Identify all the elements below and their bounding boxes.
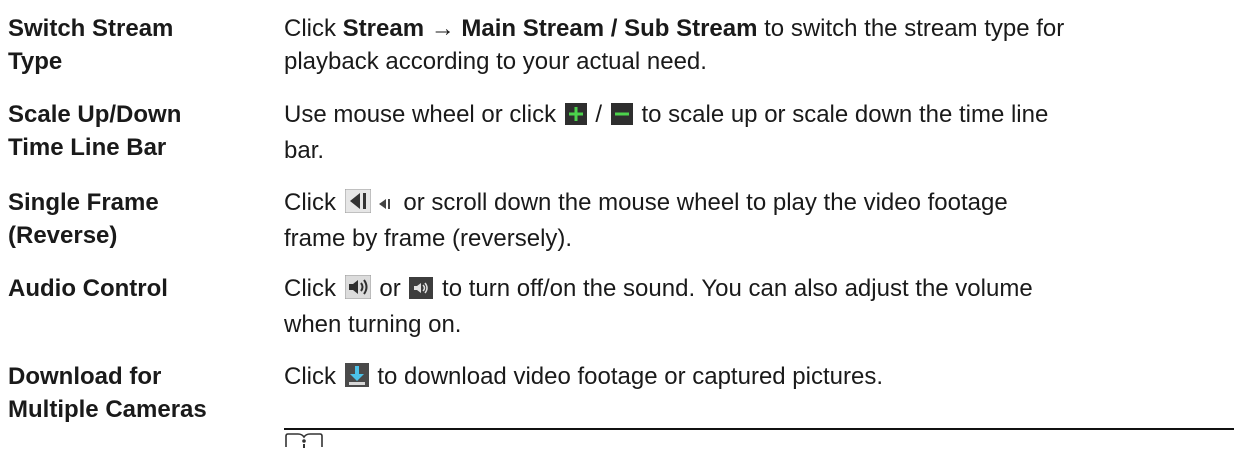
term-line: Multiple Cameras: [8, 396, 207, 423]
term-line: Switch Stream: [8, 15, 174, 42]
desc-line: Use mouse wheel or click / to scale up o…: [284, 98, 1229, 134]
speaker-mute-icon: [409, 275, 434, 308]
desc-text: to download video footage or captured pi…: [370, 363, 884, 390]
desc-line: Click to download video footage or captu…: [284, 360, 1229, 396]
reverse-frame-icon: [344, 188, 372, 222]
description: Use mouse wheel or click / to scale up o…: [284, 98, 1229, 167]
term-line: Type: [8, 48, 63, 75]
desc-text: or: [372, 275, 408, 302]
desc-text: or scroll down the mouse wheel to play t…: [396, 189, 1008, 216]
desc-text: Click: [284, 275, 343, 302]
reverse-frame-small-icon: [375, 189, 395, 222]
desc-line: bar.: [284, 137, 325, 164]
term-label: Audio Control: [8, 272, 270, 305]
desc-text: Click: [284, 189, 343, 216]
term-line: Time Line Bar: [8, 134, 167, 161]
note-icon: [284, 433, 324, 453]
minus-icon: [610, 101, 633, 134]
term-line: Audio Control: [8, 275, 168, 302]
desc-text: to scale up or scale down the time line: [634, 101, 1049, 128]
note-divider: [284, 428, 1234, 430]
description: Click to download video footage or captu…: [284, 360, 1229, 396]
term-label: Single Frame (Reverse): [8, 186, 270, 252]
plus-icon: [564, 101, 587, 134]
desc-text: /: [588, 101, 609, 128]
description: Click or to turn off/on the sound. You c…: [284, 272, 1229, 341]
term-line: Single Frame: [8, 189, 159, 216]
desc-line: playback according to your actual need.: [284, 48, 707, 75]
desc-line: frame by frame (reversely).: [284, 225, 573, 252]
description: Click or scroll down the mouse wheel to …: [284, 186, 1229, 255]
term-label: Switch Stream Type: [8, 12, 270, 78]
desc-line: Click Stream → Main Stream / Sub Stream …: [284, 12, 1229, 45]
speaker-on-icon: [344, 274, 372, 308]
desc-text: to switch the stream type for: [757, 15, 1065, 42]
description: Click Stream → Main Stream / Sub Stream …: [284, 12, 1229, 78]
desc-text: to turn off/on the sound. You can also a…: [435, 275, 1033, 302]
menu-path: Stream → Main Stream / Sub Stream: [342, 15, 758, 42]
desc-line: Click or scroll down the mouse wheel to …: [284, 186, 1229, 222]
desc-text: Click: [284, 15, 343, 42]
desc-line: when turning on.: [284, 311, 462, 338]
download-icon: [344, 363, 369, 396]
term-label: Scale Up/Down Time Line Bar: [8, 98, 270, 164]
term-line: Scale Up/Down: [8, 101, 182, 128]
term-label: Download for Multiple Cameras: [8, 360, 270, 426]
desc-text: Use mouse wheel or click: [284, 101, 563, 128]
desc-text: Click: [284, 363, 343, 390]
term-line: (Reverse): [8, 222, 118, 249]
term-line: Download for: [8, 363, 162, 390]
desc-line: Click or to turn off/on the sound. You c…: [284, 272, 1229, 308]
